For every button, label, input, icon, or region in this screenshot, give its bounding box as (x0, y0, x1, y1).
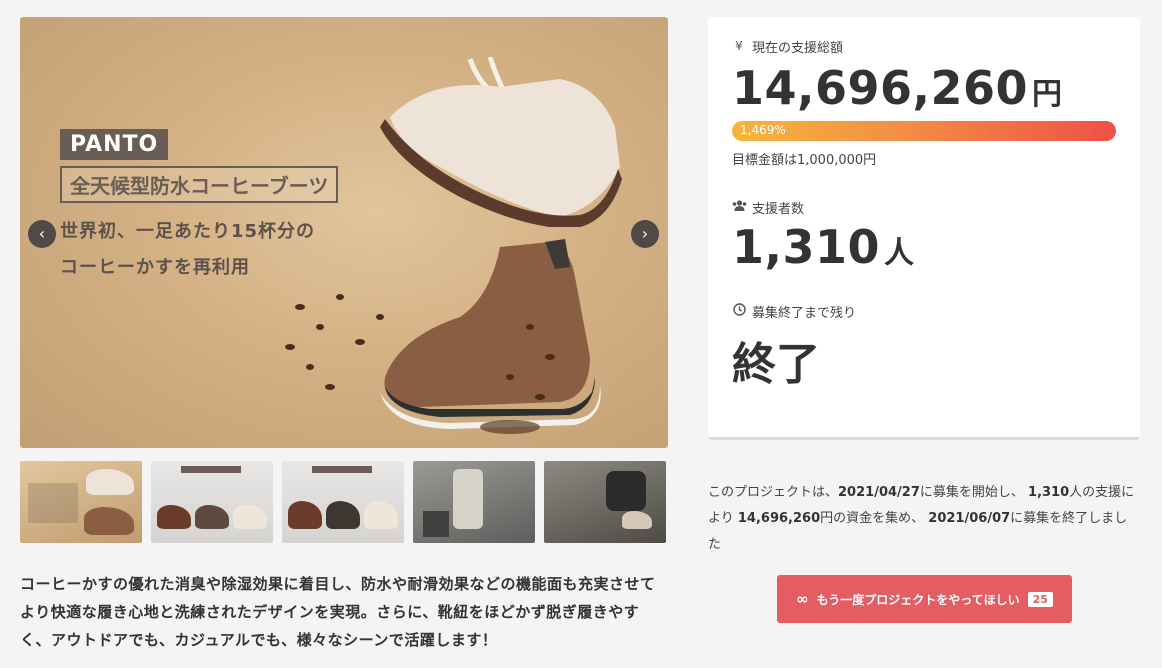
remaining-label: 募集終了まで残り (752, 305, 857, 321)
start-date: 2021/04/27 (838, 485, 920, 500)
thumbnail-1[interactable] (20, 461, 142, 543)
request-again-button[interactable]: ∞ もう一度プロジェクトをやってほしい 25 (777, 575, 1072, 623)
total-label-row: ¥ 現在の支援総額 (732, 37, 1116, 56)
next-image-button[interactable]: › (631, 220, 659, 248)
coffee-beans (285, 294, 555, 434)
main-image[interactable]: PANTO 全天候型防水コーヒーブーツ 世界初、一足あたり15杯分の コーヒーか… (20, 17, 668, 448)
product-name: 全天候型防水コーヒーブーツ (60, 166, 339, 203)
total-amount: 14,696,260 (732, 61, 1029, 115)
clock-icon (732, 303, 746, 319)
summary-amount: 14,696,260 (737, 511, 821, 526)
funding-stats-card: ¥ 現在の支援総額 14,696,260 円 1,469% 目標金額は1,000… (708, 17, 1140, 440)
thumbnail-strip (20, 461, 666, 543)
summary-text-2: に募集を開始し、 (919, 485, 1024, 500)
supporters-label: 支援者数 (752, 201, 805, 217)
goal-amount: 目標金額は1,000,000円 (732, 153, 877, 168)
end-date: 2021/06/07 (928, 511, 1011, 526)
users-icon (732, 200, 747, 214)
total-unit: 円 (1032, 77, 1063, 112)
prev-image-button[interactable]: ‹ (28, 220, 56, 248)
thumbnail-3[interactable] (282, 461, 404, 543)
remaining-value: 終了 (732, 339, 820, 390)
chevron-left-icon: ‹ (38, 224, 46, 243)
remaining-label-row: 募集終了まで残り (732, 302, 1116, 321)
supporters-count: 1,310 (732, 220, 881, 274)
total-amount-row: 14,696,260 円 (732, 61, 1116, 115)
project-description: コーヒーかすの優れた消臭や除湿効果に着目し、防水や耐滑効果などの機能面も充実させ… (20, 575, 656, 649)
supporters-count-row: 1,310 人 (732, 220, 1116, 274)
supporters-unit: 人 (884, 236, 915, 271)
total-label: 現在の支援総額 (752, 40, 844, 56)
chevron-right-icon: › (641, 224, 649, 243)
white-boot-image (380, 57, 622, 227)
request-again-count: 25 (1027, 591, 1053, 607)
project-summary: このプロジェクトは、2021/04/27に募集を開始し、 1,310人の支援によ… (708, 480, 1140, 558)
summary-text-1: このプロジェクトは、 (708, 485, 839, 500)
request-again-label: もう一度プロジェクトをやってほしい (816, 592, 1020, 607)
thumbnail-4[interactable] (413, 461, 535, 543)
supporters-label-row: 支援者数 (732, 198, 1116, 217)
hero-copy-line2: コーヒーかすを再利用 (60, 257, 250, 278)
brand-block: PANTO 全天候型防水コーヒーブーツ (60, 129, 339, 203)
summary-supporters: 1,310 (1028, 485, 1070, 500)
thumbnail-5[interactable] (544, 461, 666, 543)
hero-copy-line1: 世界初、一足あたり15杯分の (60, 221, 316, 242)
progress-bar: 1,469% (732, 121, 1116, 141)
summary-text-4: 円の資金を集め、 (820, 511, 925, 526)
infinity-icon: ∞ (796, 590, 809, 608)
yen-icon: ¥ (735, 39, 743, 53)
progress-percent: 1,469% (740, 123, 786, 137)
brand-logo: PANTO (60, 129, 169, 160)
thumbnail-2[interactable] (151, 461, 273, 543)
